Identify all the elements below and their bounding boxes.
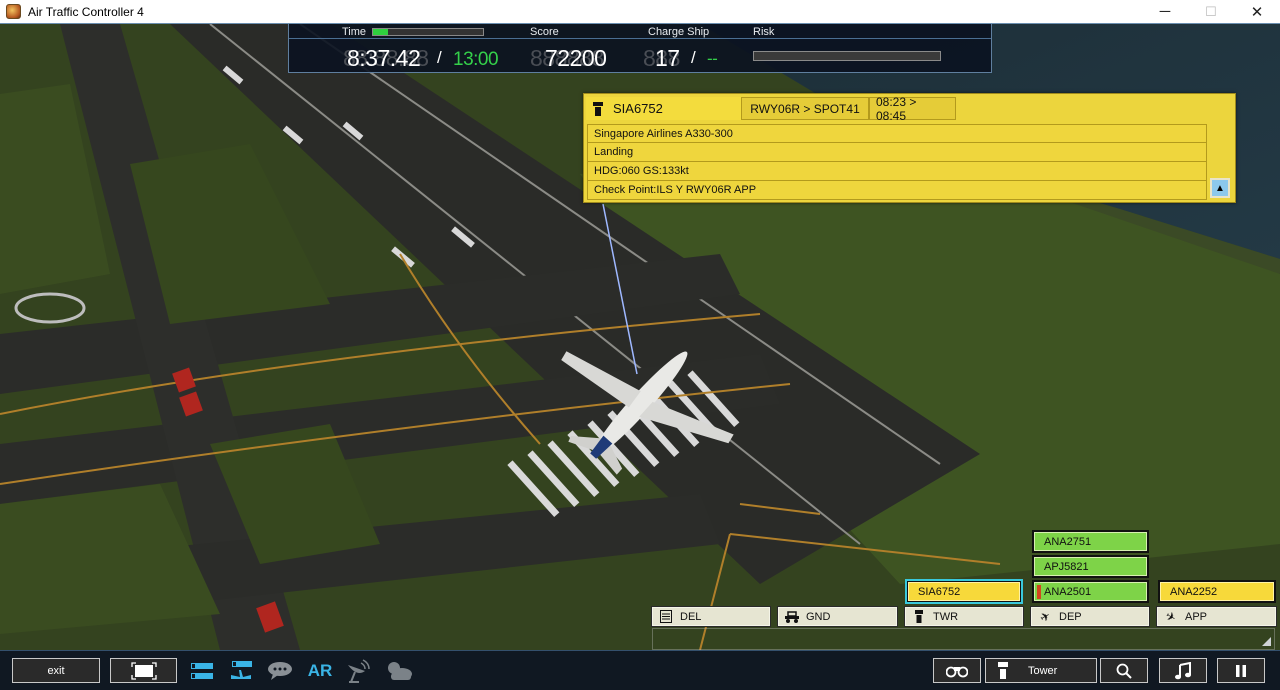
flight-route: RWY06R > SPOT41 xyxy=(741,97,869,120)
weather-cloud-icon xyxy=(388,662,412,680)
flight-times: 08:23 > 08:45 xyxy=(869,95,956,123)
bottom-toolbar: exit AR Tower xyxy=(0,650,1280,690)
pause-button[interactable] xyxy=(1217,658,1265,683)
tab-del[interactable]: DEL xyxy=(652,607,770,626)
music-note-icon xyxy=(1175,661,1191,679)
charge-ship-limit: -- xyxy=(707,49,718,68)
tower-icon xyxy=(911,610,927,623)
strip-dep-ana2501[interactable]: ANA2501 xyxy=(1034,582,1147,601)
tab-label: GND xyxy=(806,610,831,623)
minimize-button[interactable]: ─ xyxy=(1142,0,1188,24)
tab-label: TWR xyxy=(933,610,959,623)
ground-vehicle-icon xyxy=(784,610,800,623)
strip-alert-flag xyxy=(1037,585,1041,599)
clipboard-icon xyxy=(658,610,674,623)
window-title: Air Traffic Controller 4 xyxy=(28,4,144,19)
resize-handle-icon[interactable] xyxy=(1262,637,1271,646)
strip-callsign: ANA2252 xyxy=(1170,585,1218,598)
strip-twr-sia6752[interactable]: SIA6752 xyxy=(908,582,1020,601)
time-progress-bar xyxy=(372,28,484,36)
camera-view-label: Tower xyxy=(1028,664,1058,677)
strip-list-button[interactable] xyxy=(190,659,214,683)
strip-list-icon xyxy=(191,663,213,679)
check-point: Check Point:ILS Y RWY06R APP xyxy=(587,181,1207,200)
strip-dep-apj5821[interactable]: APJ5821 xyxy=(1034,557,1147,576)
aircraft-type: Singapore Airlines A330-300 xyxy=(587,124,1207,143)
arrival-plane-icon: ✈ xyxy=(1163,607,1179,626)
tab-label: APP xyxy=(1185,610,1208,623)
tab-gnd[interactable]: GND xyxy=(778,607,897,626)
arrival-list-button[interactable] xyxy=(229,659,253,683)
radar-button[interactable] xyxy=(345,659,371,683)
fullscreen-icon xyxy=(130,661,157,680)
tower-icon xyxy=(593,102,603,116)
arrival-list-icon xyxy=(231,661,252,679)
heading-speed: HDG:060 GS:133kt xyxy=(587,162,1207,181)
status-hud: Time Score Charge Ship Risk 88:88.88 8:3… xyxy=(288,24,992,73)
charge-ship-label: Charge Ship xyxy=(648,26,710,38)
exit-button[interactable]: exit xyxy=(12,658,100,683)
departure-plane-icon: ✈ xyxy=(1037,607,1053,626)
tower-icon xyxy=(998,662,1008,679)
pause-icon xyxy=(1236,664,1246,677)
flight-phase: Landing xyxy=(587,143,1207,162)
binoculars-icon xyxy=(946,666,968,677)
strip-callsign: ANA2501 xyxy=(1044,585,1092,598)
score-value: 72200 xyxy=(545,45,607,71)
risk-bar xyxy=(753,51,941,61)
window-titlebar: Air Traffic Controller 4 ─ ☐ ✕ xyxy=(0,0,1280,24)
time-limit: 13:00 xyxy=(453,49,499,70)
binoculars-button[interactable] xyxy=(933,658,981,683)
strip-dep-ana2751[interactable]: ANA2751 xyxy=(1034,532,1147,551)
time-label: Time xyxy=(342,26,367,38)
ar-button[interactable]: AR xyxy=(305,659,335,683)
music-button[interactable] xyxy=(1159,658,1207,683)
camera-view-select[interactable]: Tower xyxy=(985,658,1097,683)
search-icon xyxy=(1116,663,1132,679)
fullscreen-button[interactable] xyxy=(110,658,177,683)
risk-label: Risk xyxy=(753,26,775,38)
tab-label: DEP xyxy=(1059,610,1082,623)
tab-app[interactable]: ✈ APP xyxy=(1157,607,1276,626)
collapse-panel-button[interactable]: ▲ xyxy=(1210,178,1230,198)
charge-ship-separator: / xyxy=(691,48,696,67)
app-icon xyxy=(6,4,21,19)
score-label: Score xyxy=(530,26,559,38)
weather-button[interactable] xyxy=(385,659,413,683)
flight-callsign: SIA6752 xyxy=(613,101,663,116)
tab-dep[interactable]: ✈ DEP xyxy=(1031,607,1149,626)
tab-label: DEL xyxy=(680,610,702,623)
strip-callsign: ANA2751 xyxy=(1044,535,1092,548)
message-log-area[interactable] xyxy=(652,628,1275,650)
time-current: 8:37.42 xyxy=(347,45,421,71)
maximize-button[interactable]: ☐ xyxy=(1188,0,1234,24)
close-button[interactable]: ✕ xyxy=(1234,0,1280,24)
charge-ship-value: 17 xyxy=(655,45,680,71)
flight-callsign-cell: SIA6752 xyxy=(586,97,741,120)
hud-divider xyxy=(289,38,991,39)
tab-twr[interactable]: TWR xyxy=(905,607,1023,626)
chat-bubble-icon xyxy=(268,662,292,680)
chat-button[interactable] xyxy=(267,659,293,683)
radar-dish-icon xyxy=(348,659,370,683)
time-progress-fill xyxy=(373,29,389,35)
strip-callsign: APJ5821 xyxy=(1044,560,1089,573)
search-button[interactable] xyxy=(1100,658,1148,683)
flight-info-panel[interactable]: SIA6752 RWY06R > SPOT41 08:23 > 08:45 Si… xyxy=(583,93,1236,203)
strip-callsign: SIA6752 xyxy=(918,585,961,598)
time-separator: / xyxy=(437,48,442,67)
strip-app-ana2252[interactable]: ANA2252 xyxy=(1160,582,1274,601)
